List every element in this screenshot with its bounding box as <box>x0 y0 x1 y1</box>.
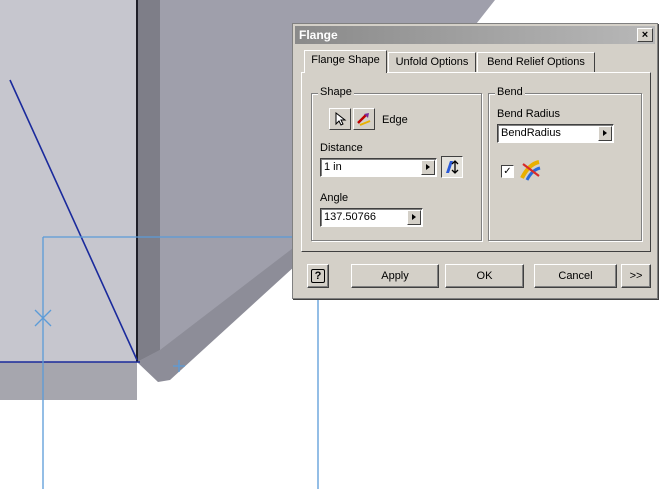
distance-label: Distance <box>320 142 363 154</box>
angle-value: 137.50766 <box>324 211 376 223</box>
flip-direction-button[interactable] <box>441 156 463 178</box>
bend-extents-icon <box>520 160 541 181</box>
shape-group-label: Shape <box>318 86 354 98</box>
edge-select-mode-button[interactable] <box>353 108 375 130</box>
ok-button[interactable]: OK <box>445 264 524 288</box>
help-button[interactable]: ? <box>307 264 329 288</box>
distance-value: 1 in <box>324 161 342 173</box>
distance-input[interactable]: 1 in <box>320 158 437 177</box>
bend-group-label: Bend <box>495 86 525 98</box>
tab-flange-shape[interactable]: Flange Shape <box>304 50 387 73</box>
edge-label: Edge <box>382 114 408 126</box>
cursor-arrow-icon <box>335 112 347 126</box>
distance-arrow-button[interactable] <box>421 160 435 175</box>
tab-unfold-options[interactable]: Unfold Options <box>388 52 476 72</box>
help-icon: ? <box>311 269 325 283</box>
shape-group: Shape Edge Distance 1 in Angle 137.50766 <box>311 86 482 241</box>
edge-flip-icon <box>357 113 371 126</box>
dialog-titlebar[interactable]: Flange × <box>295 26 655 44</box>
close-button[interactable]: × <box>637 28 653 42</box>
bend-checkbox[interactable]: ✓ <box>501 165 514 178</box>
flip-direction-icon <box>446 160 459 174</box>
bend-radius-value: BendRadius <box>501 127 561 139</box>
flange-dialog: Flange × Flange Shape Unfold Options Ben… <box>292 23 658 299</box>
bend-radius-arrow-button[interactable] <box>598 126 612 141</box>
tab-panel-flange-shape: Shape Edge Distance 1 in Angle 137.50766 <box>301 72 651 252</box>
apply-button[interactable]: Apply <box>351 264 439 288</box>
angle-input[interactable]: 137.50766 <box>320 208 423 227</box>
part-bottom-edge <box>0 362 137 400</box>
angle-label: Angle <box>320 192 349 204</box>
tab-bend-relief-options[interactable]: Bend Relief Options <box>477 52 595 72</box>
bend-group: Bend Bend Radius BendRadius ✓ <box>488 86 642 241</box>
dialog-title: Flange <box>299 28 338 42</box>
cancel-button[interactable]: Cancel <box>534 264 617 288</box>
bend-radius-label: Bend Radius <box>497 108 560 120</box>
more-options-button[interactable]: >> <box>621 264 651 288</box>
angle-arrow-button[interactable] <box>407 210 421 225</box>
select-edge-button[interactable] <box>329 108 351 130</box>
flange-edge <box>137 0 160 362</box>
part-front-face <box>0 0 137 362</box>
bend-radius-input[interactable]: BendRadius <box>497 124 614 143</box>
